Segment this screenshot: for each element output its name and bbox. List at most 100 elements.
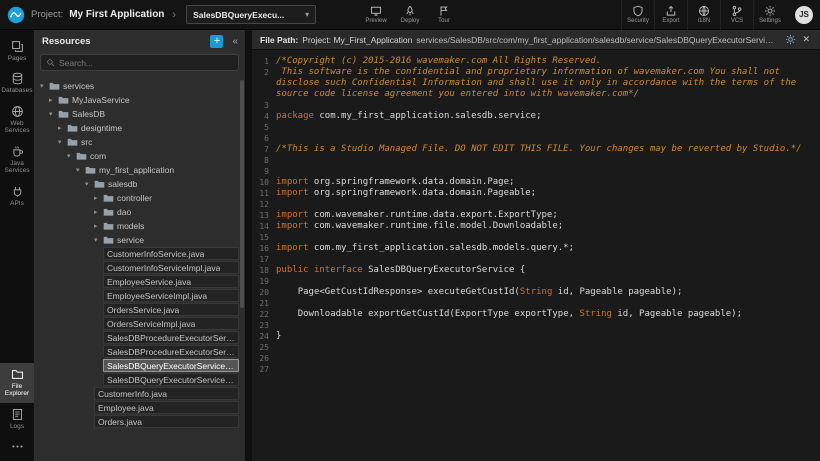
add-resource-button[interactable]: + [210,35,223,48]
tree-item-ordersserviceimpl-java[interactable]: OrdersServiceImpl.java [103,317,239,330]
code-line[interactable]: 2 This software is the confidential and … [252,67,820,100]
wavemaker-logo-icon[interactable] [7,6,25,24]
code-line[interactable]: 27 [252,364,820,375]
export-icon [665,5,677,17]
tree-item-customerinfo-java[interactable]: CustomerInfo.java [94,387,239,400]
tour-button[interactable]: Tour [427,0,461,30]
tree-item-ordersservice-java[interactable]: OrdersService.java [103,303,239,316]
tree-item-salesdbprocedureexecutorserviceimpl-java[interactable]: SalesDBProcedureExecutorServiceImpl.java [103,345,239,358]
caret-down-icon[interactable]: ▾ [40,82,49,90]
code-line[interactable]: 18public interface SalesDBQueryExecutorS… [252,265,820,276]
code-line[interactable]: 17 [252,254,820,265]
rail-item-file-explorer[interactable]: File Explorer [0,363,34,403]
caret-down-icon[interactable]: ▾ [76,166,85,174]
tree-item-salesdbprocedureexecutorservice-java[interactable]: SalesDBProcedureExecutorService.java [103,331,239,344]
code-line[interactable]: 9 [252,166,820,177]
code-line[interactable]: 15 [252,232,820,243]
tree-item-my-first-application[interactable]: ▾my_first_application [76,163,239,176]
code-line-text [276,364,820,375]
code-line[interactable]: 14import com.wavemaker.runtime.file.mode… [252,221,820,232]
code-line[interactable]: 1/*Copyright (c) 2015-2016 wavemaker.com… [252,56,820,67]
user-avatar[interactable]: JS [795,6,813,24]
code-line[interactable]: 22 Downloadable exportGetCustId(ExportTy… [252,309,820,320]
artifact-dropdown[interactable]: SalesDBQueryExecu... ▾ [186,5,316,24]
settings-button[interactable]: Settings [753,0,786,30]
tree-item-employeeservice-java[interactable]: EmployeeService.java [103,275,239,288]
tree-item-myjavaservice[interactable]: ▸MyJavaService [49,93,239,106]
tree-item-salesdb[interactable]: ▾salesdb [85,177,239,190]
rail-item-web-services[interactable]: Web Services [0,100,34,140]
code-line[interactable]: 26 [252,353,820,364]
code-line[interactable]: 8 [252,155,820,166]
code-line[interactable]: 3 [252,100,820,111]
rail-item-logs[interactable]: Logs [0,403,34,435]
caret-down-icon[interactable]: ▾ [49,110,58,118]
security-button[interactable]: Security [621,0,654,30]
code-line-text: This software is the confidential and pr… [276,67,820,100]
caret-right-icon[interactable]: ▸ [94,208,103,216]
tree-item-label: EmployeeServiceImpl.java [107,291,207,301]
tree-item-orders-java[interactable]: Orders.java [94,415,239,428]
tree-item-salesdbqueryexecutorserviceimpl-java[interactable]: SalesDBQueryExecutorServiceImpl.java [103,373,239,386]
code-line[interactable]: 11import org.springframework.data.domain… [252,188,820,199]
code-line[interactable]: 23 [252,320,820,331]
rail-item-java-services[interactable]: Java Services [0,140,34,180]
code-line[interactable]: 19 [252,276,820,287]
code-line[interactable]: 21 [252,298,820,309]
tree-item-salesdbqueryexecutorservice-java[interactable]: SalesDBQueryExecutorService.java [103,359,239,372]
code-line[interactable]: 10import org.springframework.data.domain… [252,177,820,188]
code-line[interactable]: 16import com.my_first_application.salesd… [252,243,820,254]
vcs-button[interactable]: VCS [720,0,753,30]
line-number: 5 [252,122,276,133]
tree-item-customerinfoserviceimpl-java[interactable]: CustomerInfoServiceImpl.java [103,261,239,274]
tree-item-controller[interactable]: ▸controller [94,191,239,204]
i18n-button[interactable]: i18N [687,0,720,30]
code-line[interactable]: 12 [252,199,820,210]
code-line[interactable]: 4package com.my_first_application.salesd… [252,111,820,122]
close-file-button[interactable]: ✕ [800,34,812,45]
tree-item-label: models [117,221,144,231]
action-label: i18N [698,18,710,24]
code-line[interactable]: 5 [252,122,820,133]
caret-right-icon[interactable]: ▸ [94,194,103,202]
tree-item-employee-java[interactable]: Employee.java [94,401,239,414]
tree-item-designtime[interactable]: ▸designtime [58,121,239,134]
settings-icon [764,5,776,17]
caret-right-icon[interactable]: ▸ [94,222,103,230]
search-input[interactable] [59,58,233,68]
preview-button[interactable]: Preview [359,0,393,30]
caret-down-icon[interactable]: ▾ [85,180,94,188]
caret-right-icon[interactable]: ▸ [58,124,67,132]
tree-item-src[interactable]: ▾src [58,135,239,148]
tree-item-com[interactable]: ▾com [67,149,239,162]
deploy-button[interactable]: Deploy [393,0,427,30]
folder-icon [85,165,96,175]
export-button[interactable]: Export [654,0,687,30]
tree-item-service[interactable]: ▾service [94,233,239,246]
code-line[interactable]: 13import com.wavemaker.runtime.data.expo… [252,210,820,221]
tree-item-services[interactable]: ▾services [40,79,239,92]
line-number: 21 [252,298,276,309]
caret-down-icon[interactable]: ▾ [58,138,67,146]
code-editor[interactable]: 1/*Copyright (c) 2015-2016 wavemaker.com… [252,50,820,461]
code-line[interactable]: 6 [252,133,820,144]
code-line[interactable]: 20 Page<GetCustIdResponse> executeGetCus… [252,287,820,298]
caret-right-icon[interactable]: ▸ [49,96,58,104]
caret-down-icon[interactable]: ▾ [94,236,103,244]
tree-item-employeeserviceimpl-java[interactable]: EmployeeServiceImpl.java [103,289,239,302]
code-line[interactable]: 7/*This is a Studio Managed File. DO NOT… [252,144,820,155]
tree-item-dao[interactable]: ▸dao [94,205,239,218]
file-settings-gear-icon[interactable] [785,34,796,45]
rail-item-databases[interactable]: Databases [0,67,34,99]
rail-item-more[interactable] [0,435,34,458]
tree-item-customerinfoservice-java[interactable]: CustomerInfoService.java [103,247,239,260]
caret-down-icon[interactable]: ▾ [67,152,76,160]
code-line[interactable]: 24} [252,331,820,342]
collapse-panel-button[interactable]: « [229,36,241,47]
tree-item-salesdb[interactable]: ▾SalesDB [49,107,239,120]
code-line[interactable]: 25 [252,342,820,353]
tree-item-models[interactable]: ▸ models [94,219,239,232]
rail-item-apis[interactable]: APIs [0,180,34,212]
rail-item-pages[interactable]: Pages [0,35,34,67]
tree-scrollbar[interactable] [240,80,244,308]
